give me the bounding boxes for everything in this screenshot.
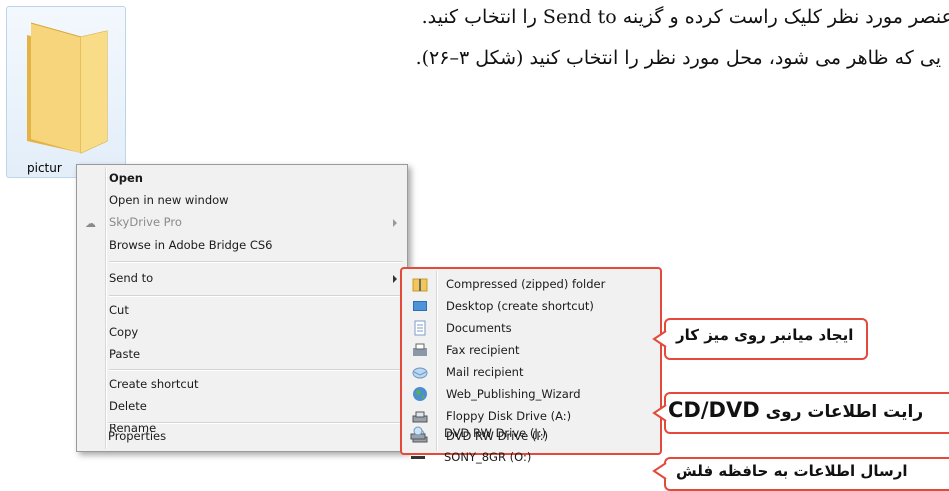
dvd-drive-icon <box>410 426 426 440</box>
folder-caption: pictur <box>27 161 62 175</box>
send-to-label: Documents <box>446 321 512 335</box>
menu-item-copy[interactable]: Copy <box>109 325 138 339</box>
send-to-dvd-j[interactable]: DVD RW Drive (J:) <box>410 424 660 444</box>
send-to-extra-items: DVD RW Drive (J:) SONY_8GR (O:) <box>400 420 662 480</box>
instruction-line-2: یی که ظاهر می شود، محل مورد نظر را انتخا… <box>415 47 941 69</box>
callout-pointer <box>652 404 667 422</box>
menu-item-delete[interactable]: Delete <box>109 399 147 413</box>
menu-item-paste[interactable]: Paste <box>109 347 140 361</box>
send-to-label: Compressed (zipped) folder <box>446 277 606 291</box>
desktop-icon <box>413 301 427 311</box>
send-to-label: Web_Publishing_Wizard <box>446 387 581 401</box>
menu-item-skydrive-pro[interactable]: SkyDrive Pro <box>109 215 182 229</box>
callout-cd-latin: CD/DVD <box>668 398 760 422</box>
folder-icon <box>27 22 108 154</box>
menu-item-properties[interactable]: Properties <box>108 429 166 443</box>
zip-folder-icon <box>412 278 428 292</box>
callout-cd-prefix: رایت اطلاعات روی <box>765 402 924 422</box>
send-to-label: Mail recipient <box>446 365 524 379</box>
callout-pointer <box>652 330 667 348</box>
send-to-label: DVD RW Drive (J:) <box>444 426 547 440</box>
context-menu: Open Open in new window ☁ SkyDrive Pro B… <box>76 164 408 452</box>
instruction-line-1: عنصر مورد نظر کلیک راست کرده و گزینه Sen… <box>421 6 949 28</box>
folder-item[interactable]: pictur <box>6 6 126 178</box>
menu-separator <box>109 261 403 263</box>
submenu-arrow-icon <box>393 275 397 283</box>
menu-separator <box>109 369 403 371</box>
send-to-label: Desktop (create shortcut) <box>446 299 594 313</box>
usb-drive-icon <box>411 456 425 459</box>
send-to-mail[interactable]: Mail recipient <box>412 363 662 383</box>
mail-icon <box>412 367 428 379</box>
callout-flash-text: ارسال اطلاعات به حافظه فلش <box>676 462 908 480</box>
menu-gutter <box>105 167 107 449</box>
menu-item-open[interactable]: Open <box>109 171 143 185</box>
send-to-web-publishing[interactable]: Web_Publishing_Wizard <box>412 385 662 405</box>
menu-item-browse-in-bridge[interactable]: Browse in Adobe Bridge CS6 <box>109 238 273 252</box>
send-to-label: Fax recipient <box>446 343 520 357</box>
menu-item-create-shortcut[interactable]: Create shortcut <box>109 377 199 391</box>
send-to-desktop[interactable]: Desktop (create shortcut) <box>412 297 662 317</box>
callout-cd-text: رایت اطلاعات روی CD/DVD <box>668 398 923 422</box>
callout-desktop-text: ایجاد میانبر روی میز کار <box>676 326 854 344</box>
send-to-usb[interactable]: SONY_8GR (O:) <box>410 448 660 468</box>
send-to-documents[interactable]: Documents <box>412 319 662 339</box>
fax-icon <box>413 343 427 356</box>
callout-pointer <box>652 462 667 480</box>
menu-separator <box>109 295 403 297</box>
documents-icon <box>414 320 426 336</box>
skydrive-icon: ☁ <box>85 217 96 230</box>
send-to-label: SONY_8GR (O:) <box>444 450 532 464</box>
send-to-compressed-folder[interactable]: Compressed (zipped) folder <box>412 275 662 295</box>
menu-item-send-to[interactable]: Send to <box>109 271 153 285</box>
menu-item-cut[interactable]: Cut <box>109 303 129 317</box>
send-to-fax[interactable]: Fax recipient <box>412 341 662 361</box>
submenu-arrow-icon <box>393 219 397 227</box>
globe-icon <box>413 387 427 401</box>
menu-item-open-new-window[interactable]: Open in new window <box>109 193 229 207</box>
